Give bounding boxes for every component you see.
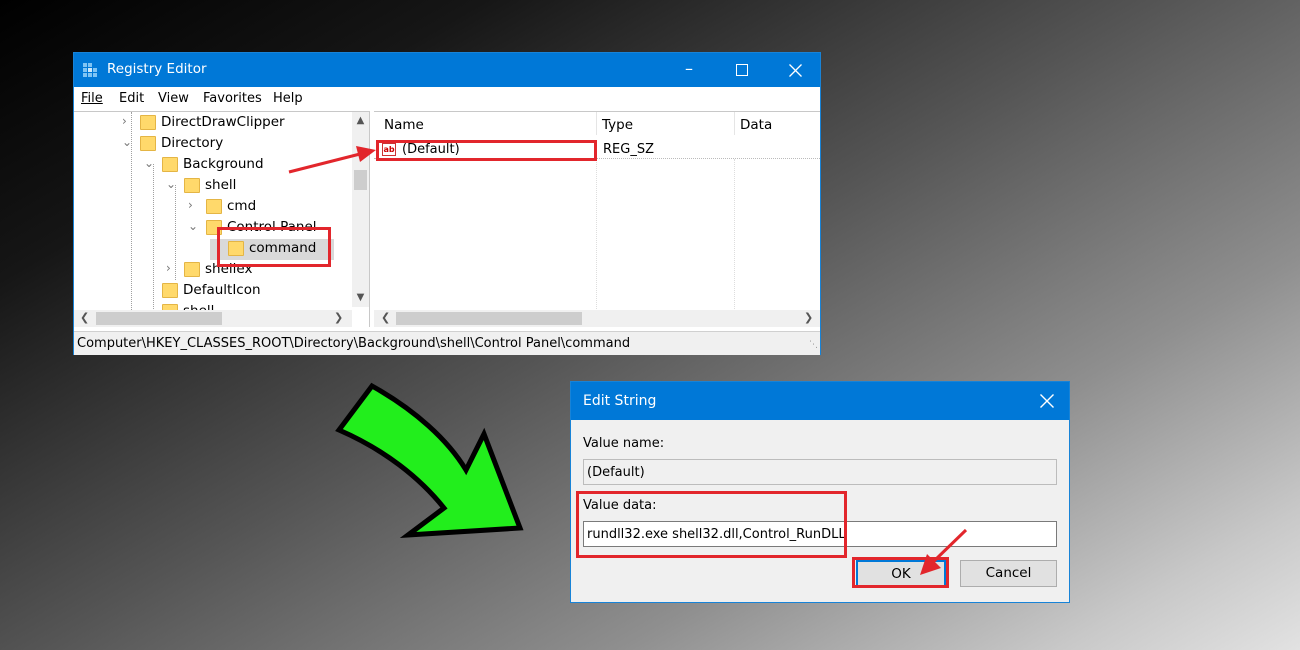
value-data-input[interactable]: rundll32.exe shell32.dll,Control_RunDLL — [583, 521, 1057, 547]
collapse-chevron-icon[interactable]: ⌄ — [144, 156, 156, 170]
folder-icon — [206, 220, 222, 235]
folder-icon — [206, 199, 222, 214]
registry-path: Computer\HKEY_CLASSES_ROOT\Directory\Bac… — [77, 336, 631, 351]
tree-node-label: command — [249, 240, 317, 256]
tree-node-label: cmd — [227, 198, 257, 214]
tree-vertical-scrollbar[interactable]: ▲ ▼ — [352, 112, 369, 307]
column-separator[interactable] — [734, 112, 735, 135]
scroll-left-icon[interactable]: ❮ — [80, 311, 89, 324]
value-name: (Default) — [402, 142, 460, 157]
close-button[interactable] — [772, 53, 818, 87]
column-separator[interactable] — [596, 112, 597, 135]
tree-node-label: DefaultIcon — [183, 282, 261, 298]
tree-hscroll-thumb[interactable] — [96, 312, 222, 325]
menu-help-label: Help — [273, 91, 303, 106]
folder-icon — [140, 136, 156, 151]
column-header-data[interactable]: Data — [740, 117, 772, 133]
column-guide — [734, 159, 735, 309]
folder-icon — [162, 283, 178, 298]
value-type: REG_SZ — [603, 142, 654, 157]
minimize-icon: – — [685, 59, 693, 78]
registry-values-pane[interactable]: Name Type Data ab (Default) REG_SZ ❮ ❯ — [374, 111, 820, 327]
close-icon — [1040, 394, 1054, 408]
tree-guide-line — [153, 164, 154, 327]
scroll-up-icon[interactable]: ▲ — [352, 115, 369, 126]
expand-chevron-icon[interactable]: › — [122, 114, 134, 128]
tree-scroll-thumb[interactable] — [354, 170, 367, 190]
menu-edit-label: Edit — [119, 91, 145, 106]
registry-tree-pane[interactable]: › DirectDrawClipper ⌄ Directory ⌄ Backgr… — [74, 111, 370, 327]
column-header-name[interactable]: Name — [384, 117, 424, 133]
menu-file-label: File — [81, 91, 103, 106]
tree-horizontal-scrollbar[interactable]: ❮ ❯ — [74, 310, 352, 327]
column-header-type[interactable]: Type — [602, 117, 633, 133]
folder-icon — [184, 178, 200, 193]
collapse-chevron-icon[interactable]: ⌄ — [188, 219, 200, 233]
registry-title-bar[interactable]: Registry Editor – — [74, 53, 820, 87]
folder-icon — [184, 262, 200, 277]
values-horizontal-scrollbar[interactable]: ❮ ❯ — [374, 310, 820, 327]
row-separator — [374, 158, 820, 159]
edit-string-dialog: Edit String Value name: (Default) Value … — [570, 381, 1070, 603]
tree-node-label: shell — [205, 177, 237, 193]
registry-editor-window: Registry Editor – File Edit View Favorit… — [73, 52, 821, 355]
minimize-button[interactable]: – — [666, 53, 712, 87]
menu-edit[interactable]: Edit — [119, 91, 144, 106]
registry-app-icon — [83, 63, 97, 77]
folder-icon — [140, 115, 156, 130]
tree-node-label: Directory — [161, 135, 224, 151]
tree-node-label: shellex — [205, 261, 253, 277]
tree-node-label: Control Panel — [227, 219, 317, 235]
menu-bar: File Edit View Favorites Help — [74, 87, 820, 111]
collapse-chevron-icon[interactable]: ⌄ — [122, 135, 134, 149]
menu-view-label: View — [158, 91, 189, 106]
cancel-button[interactable]: Cancel — [960, 560, 1057, 587]
scroll-left-icon[interactable]: ❮ — [381, 311, 390, 324]
value-data-label: Value data: — [583, 498, 657, 513]
folder-icon — [228, 241, 244, 256]
column-guide — [596, 159, 597, 309]
menu-file[interactable]: File — [81, 91, 103, 106]
registry-window-title: Registry Editor — [107, 61, 207, 77]
value-name-field: (Default) — [583, 459, 1057, 485]
folder-icon — [162, 157, 178, 172]
menu-help[interactable]: Help — [273, 91, 303, 106]
tree-node-label: DirectDrawClipper — [161, 114, 285, 130]
dialog-title: Edit String — [583, 393, 657, 409]
expand-chevron-icon[interactable]: › — [166, 261, 178, 275]
values-hscroll-thumb[interactable] — [396, 312, 582, 325]
scroll-down-icon[interactable]: ▼ — [352, 292, 369, 303]
expand-chevron-icon[interactable]: › — [188, 198, 200, 212]
status-bar: Computer\HKEY_CLASSES_ROOT\Directory\Bac… — [74, 331, 820, 355]
tree-node-label: Background — [183, 156, 264, 172]
tree-node-command[interactable]: command — [210, 239, 334, 260]
resize-grip-icon[interactable]: ⋱ — [809, 340, 818, 350]
green-curved-arrow — [335, 382, 524, 539]
menu-favorites-label: Favorites — [203, 91, 262, 106]
dialog-close-button[interactable] — [1025, 382, 1069, 420]
menu-view[interactable]: View — [158, 91, 189, 106]
ok-button[interactable]: OK — [856, 560, 946, 587]
scroll-right-icon[interactable]: ❯ — [334, 311, 343, 324]
menu-favorites[interactable]: Favorites — [203, 91, 262, 106]
value-name-label: Value name: — [583, 436, 665, 451]
maximize-button[interactable] — [719, 53, 765, 87]
scroll-right-icon[interactable]: ❯ — [804, 311, 813, 324]
maximize-icon — [736, 64, 748, 76]
close-icon — [788, 64, 802, 77]
collapse-chevron-icon[interactable]: ⌄ — [166, 177, 178, 191]
dialog-title-bar[interactable]: Edit String — [571, 382, 1069, 420]
string-value-icon: ab — [382, 143, 396, 156]
